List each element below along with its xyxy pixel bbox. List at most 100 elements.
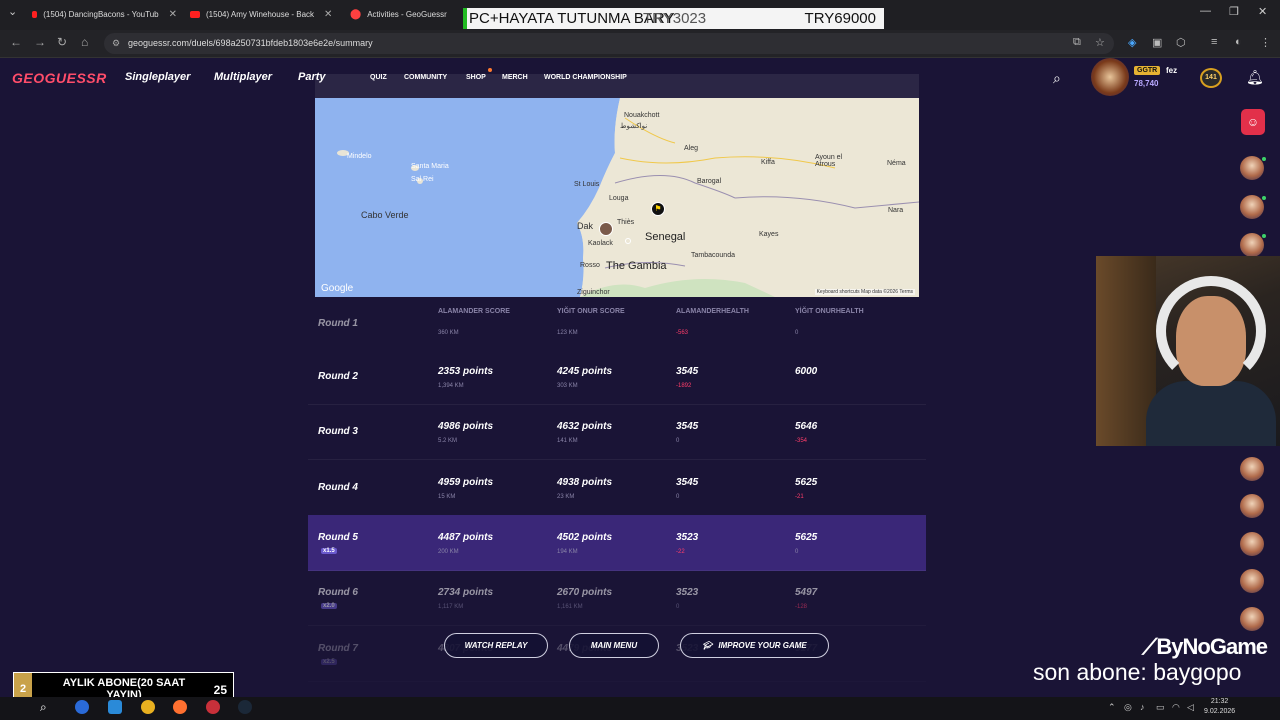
distance: 15 KM — [438, 494, 456, 500]
table-row[interactable]: Round 3 4986 points 5.2 KM 4632 points 141 K… — [308, 404, 926, 460]
cursor-icon — [625, 238, 631, 244]
firefox-icon[interactable] — [173, 700, 187, 714]
tray-chevron-icon[interactable]: ⌃ — [1108, 702, 1116, 713]
home-icon[interactable]: ⌂ — [81, 35, 88, 49]
close-tab-icon[interactable]: ✕ — [169, 9, 177, 20]
round-name: Round 3 — [318, 426, 358, 437]
health-value: 3545 — [676, 421, 699, 432]
friend-avatar[interactable] — [1240, 156, 1264, 180]
friend-avatar[interactable] — [1240, 532, 1264, 556]
improve-your-game-button[interactable]: 🎓︎ IMPROVE YOUR GAME — [680, 633, 829, 658]
minimize-icon[interactable]: — — [1200, 5, 1211, 17]
friend-avatar[interactable] — [1240, 233, 1264, 257]
extension-icon[interactable]: ▣ — [1152, 36, 1162, 49]
app-icon[interactable] — [108, 700, 122, 714]
wifi-icon[interactable]: ◠ — [1172, 702, 1180, 713]
menu-icon[interactable]: ⋮ — [1260, 36, 1271, 49]
map-pin-icon: ⬤ — [350, 8, 362, 20]
result-map[interactable]: Nouakchott نواكشوط Aleg Kiffa Ayoun el A… — [315, 98, 919, 297]
url-field[interactable]: ⚙ geoguessr.com/duels/698a250731bfdeb180… — [104, 33, 1114, 54]
taskbar-clock[interactable]: 21:32 9.02.2026 — [1204, 697, 1235, 717]
score-points: 4959 points — [438, 477, 494, 488]
main-menu-button[interactable]: MAIN MENU — [569, 633, 659, 658]
map-label: Kayes — [759, 231, 779, 238]
forward-icon[interactable]: → — [34, 35, 46, 49]
streamer-webcam — [1096, 256, 1280, 446]
health-value: 6000 — [795, 366, 818, 377]
microphone-icon[interactable]: ♪ — [1140, 702, 1145, 712]
network-icon[interactable]: ▭ — [1156, 702, 1165, 713]
search-icon[interactable]: ⌕ — [1053, 70, 1061, 87]
map-label: Nara — [888, 207, 904, 214]
tab-youtube-1[interactable]: (1504) DancingBacons - YouTub ✕ — [32, 3, 177, 25]
obs-icon[interactable] — [206, 700, 220, 714]
profile-icon[interactable]: ◐ — [1235, 36, 1242, 48]
table-row[interactable]: Round 5 x1.5 4487 points 200 KM 4502 points 1… — [308, 515, 926, 571]
nav-multiplayer[interactable]: Multiplayer — [214, 71, 272, 83]
health-delta: -22 — [676, 549, 685, 555]
health-value: 5646 — [795, 421, 818, 432]
close-window-icon[interactable]: ✕ — [1258, 5, 1267, 18]
friend-avatar[interactable] — [1240, 457, 1264, 481]
health-delta: -563 — [676, 330, 689, 336]
map-label: Santa Maria — [411, 163, 449, 170]
friend-avatar[interactable] — [1240, 195, 1264, 219]
correct-location-flag-icon[interactable]: ⚑ — [651, 202, 665, 216]
player-guess-marker[interactable] — [599, 222, 613, 236]
steam-icon[interactable] — [238, 700, 252, 714]
round-name: Round 2 — [318, 371, 358, 382]
column-header: YİĞIT ONURHEALTH — [795, 308, 864, 315]
table-row[interactable]: Round 4 4959 points 15 KM 4938 points 23 KM 3… — [308, 460, 926, 516]
tab-list-icon[interactable]: ⌄ — [8, 5, 17, 18]
site-info-icon[interactable]: ⚙ — [112, 33, 120, 54]
install-icon[interactable]: ⧉ — [1073, 36, 1081, 49]
restore-icon[interactable]: ❐ — [1229, 5, 1239, 18]
party-icon[interactable]: ☺ — [1241, 109, 1265, 135]
friend-avatar[interactable] — [1240, 607, 1264, 631]
volume-icon[interactable]: ◁ — [1187, 702, 1194, 713]
friend-avatar[interactable] — [1240, 569, 1264, 593]
friend-avatar[interactable] — [1240, 494, 1264, 518]
watch-replay-button[interactable]: WATCH REPLAY — [444, 633, 548, 658]
map-label-country: The Gambia — [606, 260, 667, 272]
health-value: 3545 — [676, 477, 699, 488]
back-icon[interactable]: ← — [10, 35, 22, 49]
notification-bell-icon[interactable]: 🔔︎ — [1246, 69, 1264, 86]
extension-icon[interactable]: ◈ — [1128, 36, 1136, 49]
tab-youtube-2[interactable]: (1504) Amy Winehouse - Back ✕ — [190, 3, 340, 25]
health-value: 3523 — [676, 587, 699, 598]
score-points: 4502 points — [557, 532, 613, 543]
table-row[interactable]: Round 2 2353 points 1,394 KM 4245 points 303… — [308, 349, 926, 405]
score-points: 4986 points — [438, 421, 494, 432]
media-icon[interactable]: ≡ — [1211, 36, 1217, 48]
tab-geoguessr[interactable]: ⬤ Activities - GeoGuessr — [350, 3, 462, 25]
headphones-icon — [1156, 276, 1266, 386]
score-points: 2734 points — [438, 587, 494, 598]
donation-target: TRY69000 — [804, 10, 876, 27]
column-header: ALAMANDER SCORE — [438, 308, 510, 315]
tray-icon[interactable]: ◎ — [1124, 702, 1132, 713]
bookmark-icon[interactable]: ☆ — [1095, 36, 1105, 49]
chrome-icon[interactable] — [141, 700, 155, 714]
clock-date: 9.02.2026 — [1204, 708, 1236, 715]
health-delta: -354 — [795, 438, 808, 444]
reload-icon[interactable]: ↻ — [57, 35, 67, 49]
distance: 360 KM — [438, 330, 459, 336]
map-attribution[interactable]: Keyboard shortcuts Map data ©2026 Terms — [814, 289, 915, 295]
extensions-icon[interactable]: ⬡ — [1176, 36, 1186, 49]
edge-icon[interactable] — [75, 700, 89, 714]
avatar[interactable] — [1091, 58, 1129, 96]
map-label: Kaolack — [588, 240, 613, 247]
close-tab-icon[interactable]: ✕ — [324, 9, 332, 20]
map-label: Kiffa — [761, 159, 775, 166]
search-icon[interactable]: ⌕ — [40, 700, 54, 714]
club-tag-badge: GGTR — [1134, 66, 1161, 75]
table-row[interactable]: Round 6 x2.0 2734 points 1,117 KM 2670 point… — [308, 570, 926, 626]
geoguessr-logo[interactable]: GEOGUESSR — [12, 70, 107, 86]
map-label-country: Cabo Verde — [361, 210, 409, 220]
online-indicator — [1262, 157, 1266, 161]
health-value: 3545 — [676, 366, 699, 377]
score-points: 4487 points — [438, 532, 494, 543]
health-value: 5625 — [795, 477, 818, 488]
nav-singleplayer[interactable]: Singleplayer — [125, 71, 190, 83]
